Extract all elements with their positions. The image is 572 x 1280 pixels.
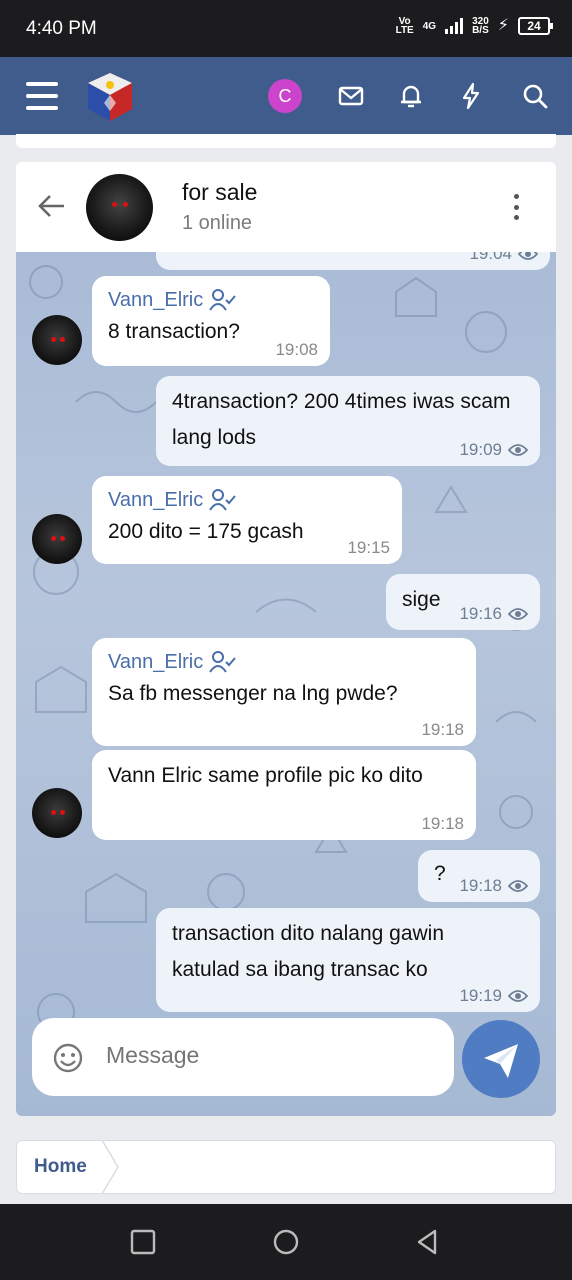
message-time: 19:04	[469, 252, 512, 263]
message-list[interactable]: 19:04 Vann_Elric 8 transaction? 19:08 4t…	[16, 252, 556, 1116]
app-header: C	[0, 57, 572, 135]
search-icon[interactable]	[520, 81, 550, 111]
seen-eye-icon	[508, 608, 528, 620]
bell-icon[interactable]	[396, 81, 426, 111]
message-bubble-outgoing[interactable]: ? 19:18	[418, 850, 540, 902]
message-bubble-outgoing[interactable]: 4transaction? 200 4times iwas scam lang …	[156, 376, 540, 466]
message-bubble-incoming[interactable]: Vann_Elric 200 dito = 175 gcash 19:15	[92, 476, 402, 564]
message-bubble-outgoing[interactable]: transaction dito nalang gawin katulad sa…	[156, 908, 540, 1012]
battery-icon: 24	[518, 17, 553, 35]
battery-level: 24	[527, 19, 541, 33]
chat-title: for sale	[182, 179, 258, 205]
message-time: 19:18	[421, 814, 464, 833]
sender-avatar[interactable]	[32, 788, 82, 838]
status-bar: 4:40 PM Vo LTE 4G 320 B/S ⚡ 24	[0, 0, 572, 57]
message-time: 19:08	[275, 340, 318, 359]
clock: 4:40 PM	[26, 18, 97, 39]
seen-eye-icon	[508, 990, 528, 1002]
message-bubble-incoming[interactable]: Vann_Elric 8 transaction? 19:08	[92, 276, 330, 366]
breadcrumb: Home	[16, 1140, 556, 1194]
more-options-icon[interactable]	[512, 194, 520, 220]
recent-apps-icon[interactable]	[129, 1228, 157, 1256]
verified-user-icon	[209, 651, 236, 673]
emoji-icon[interactable]	[52, 1042, 84, 1074]
seen-eye-icon	[508, 444, 528, 456]
message-bubble-incoming[interactable]: Vann Elric same profile pic ko dito 19:1…	[92, 750, 476, 840]
sender-name[interactable]: Vann_Elric	[108, 648, 203, 676]
message-time: 19:09	[459, 440, 502, 459]
seen-eye-icon	[508, 880, 528, 892]
chat-window: for sale 1 online 19:04 Vann_Elric 8 tra…	[16, 162, 556, 1116]
sender-avatar[interactable]	[32, 514, 82, 564]
sender-avatar[interactable]	[32, 315, 82, 365]
message-input[interactable]	[106, 1042, 426, 1069]
network-speed: 320 B/S	[472, 16, 489, 36]
breadcrumb-home[interactable]: Home	[34, 1156, 87, 1178]
message-bubble-outgoing[interactable]: sige 19:16	[386, 574, 540, 630]
chat-avatar[interactable]	[86, 174, 153, 241]
message-text: transaction dito nalang gawin katulad sa…	[172, 922, 445, 981]
message-composer	[32, 1018, 454, 1096]
seen-eye-icon	[518, 252, 538, 260]
previous-card	[16, 134, 556, 148]
charging-icon: ⚡	[497, 17, 509, 34]
sender-name[interactable]: Vann_Elric	[108, 286, 203, 314]
menu-icon[interactable]	[26, 82, 58, 110]
message-time: 19:19	[459, 986, 502, 1005]
message-text: 200 dito = 175 gcash	[108, 520, 304, 543]
back-icon[interactable]	[413, 1228, 441, 1256]
chat-subtitle: 1 online	[182, 212, 253, 234]
message-time: 19:18	[421, 720, 464, 739]
breadcrumb-separator-icon	[101, 1140, 119, 1194]
status-icons: Vo LTE 4G 320 B/S ⚡ 24	[395, 16, 553, 36]
chat-header: for sale 1 online	[16, 162, 556, 252]
send-icon	[484, 1044, 518, 1078]
signal-icon	[445, 18, 464, 34]
system-nav-bar	[0, 1204, 572, 1280]
user-avatar[interactable]: C	[268, 79, 302, 113]
sender-name[interactable]: Vann_Elric	[108, 486, 203, 514]
message-text: Vann Elric same profile pic ko dito	[108, 764, 423, 787]
message-time: 19:15	[347, 538, 390, 557]
home-icon[interactable]	[272, 1228, 300, 1256]
message-time: 19:18	[459, 876, 502, 895]
message-text: Sa fb messenger na lng pwde?	[108, 682, 398, 705]
mail-icon[interactable]	[336, 81, 366, 111]
network-type: 4G	[422, 20, 437, 32]
send-button[interactable]	[462, 1020, 540, 1098]
volte-indicator: Vo LTE	[395, 16, 414, 36]
site-logo[interactable]	[82, 69, 138, 125]
back-arrow-icon[interactable]	[36, 190, 68, 222]
bolt-icon[interactable]	[456, 81, 486, 111]
message-bubble-incoming[interactable]: Vann_Elric Sa fb messenger na lng pwde? …	[92, 638, 476, 746]
verified-user-icon	[209, 489, 236, 511]
message-time: 19:16	[459, 604, 502, 623]
verified-user-icon	[209, 289, 236, 311]
message-bubble-outgoing[interactable]: 19:04	[156, 252, 550, 270]
